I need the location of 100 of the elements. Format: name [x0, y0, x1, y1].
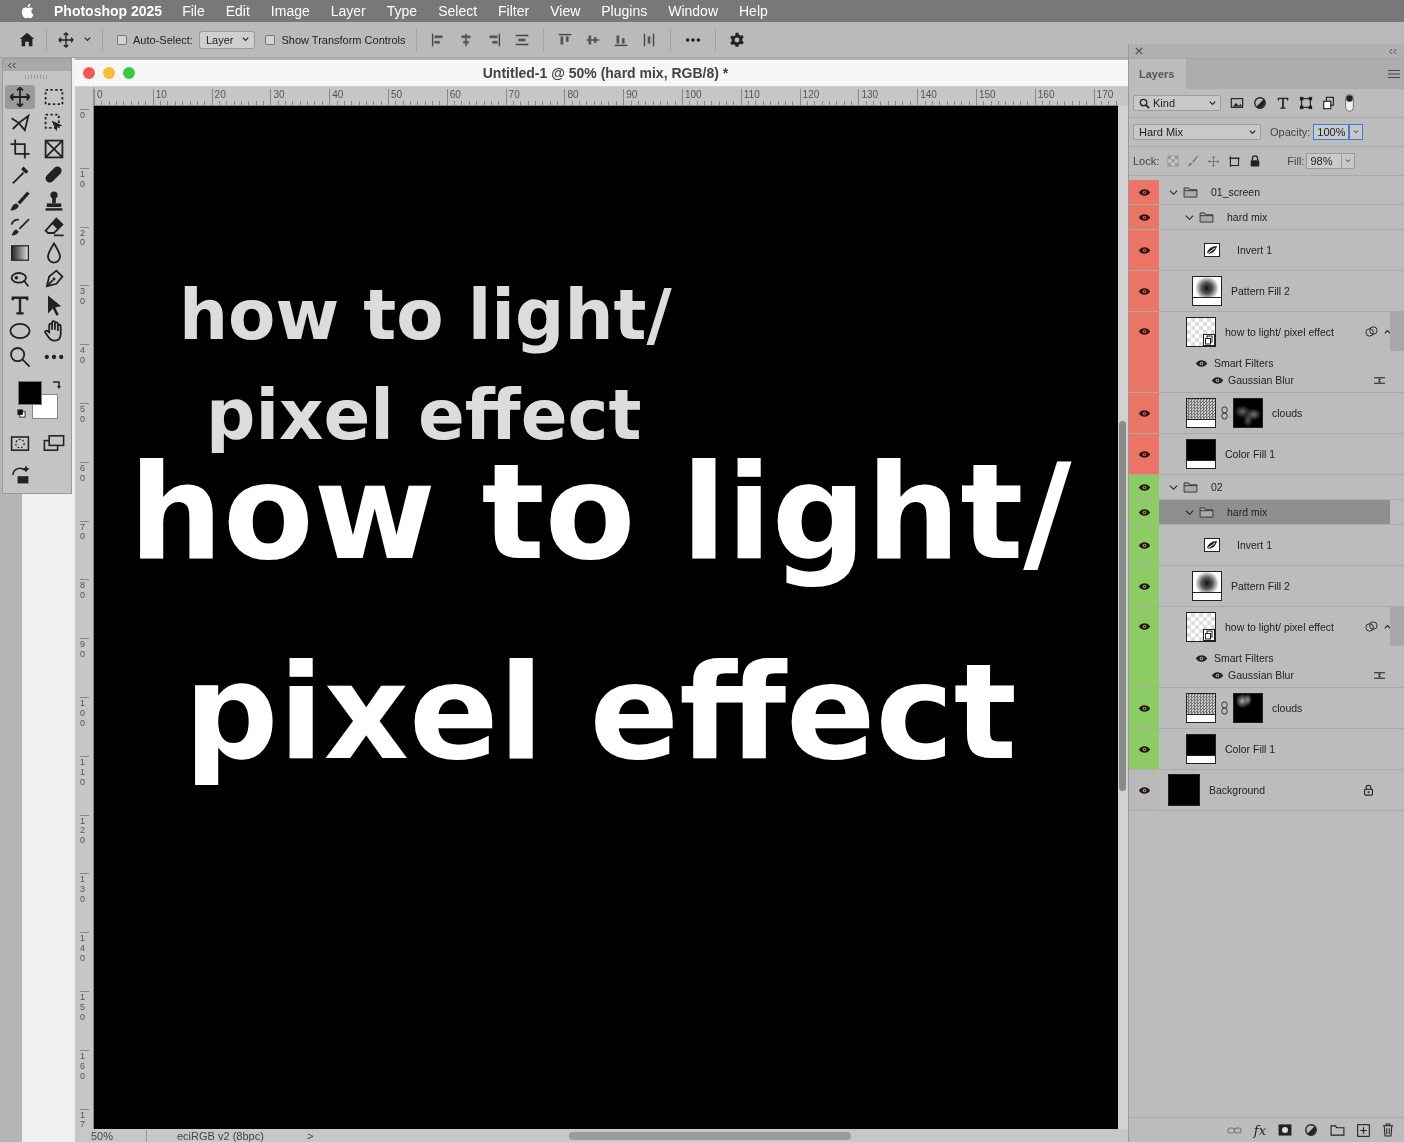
- eye-icon[interactable]: [1137, 212, 1151, 222]
- menu-item[interactable]: Layer: [330, 3, 366, 19]
- filter-effects-icon[interactable]: [1365, 620, 1378, 633]
- move-tool-icon[interactable]: [5, 85, 35, 109]
- ruler-label: 120: [80, 814, 89, 847]
- eye-icon[interactable]: [1137, 245, 1151, 255]
- eye-icon[interactable]: [1137, 408, 1151, 418]
- link-icon[interactable]: [1221, 701, 1228, 715]
- new-layer-icon[interactable]: [1357, 1123, 1370, 1137]
- checkbox[interactable]: [117, 34, 127, 45]
- eye-icon[interactable]: [1137, 581, 1151, 591]
- default-colors-icon[interactable]: [17, 409, 26, 418]
- blend-mode-dropdown[interactable]: Hard Mix: [1133, 124, 1261, 140]
- adjustment-filter-icon[interactable]: [1253, 96, 1267, 110]
- scroll-thumb[interactable]: [1390, 607, 1404, 646]
- eye-icon[interactable]: [1137, 482, 1151, 492]
- scroll-thumb[interactable]: [1390, 312, 1404, 351]
- caret-icon[interactable]: [1185, 507, 1194, 517]
- close-button[interactable]: [83, 67, 95, 79]
- status-menu-arrow[interactable]: >: [307, 1129, 327, 1142]
- layer-name: hard mix: [1227, 211, 1268, 223]
- link-icon[interactable]: [1221, 406, 1228, 420]
- menu-item[interactable]: Help: [739, 3, 768, 19]
- document-title: Untitled-1 @ 50% (hard mix, RGB/8) *: [481, 65, 730, 81]
- filter-options-icon[interactable]: [1373, 669, 1386, 681]
- color-profile: eciRGB v2 (8bpc): [177, 1129, 265, 1142]
- filter-effects-icon[interactable]: [1365, 325, 1378, 338]
- filter-name[interactable]: Gaussian Blur: [1228, 374, 1294, 386]
- menu-icon[interactable]: [1388, 69, 1400, 79]
- eye-icon[interactable]: [1137, 540, 1151, 550]
- eye-icon[interactable]: [1211, 670, 1224, 680]
- apple-logo-icon[interactable]: [20, 3, 34, 19]
- type-filter-icon[interactable]: [1276, 96, 1290, 110]
- filter-name[interactable]: Gaussian Blur: [1228, 669, 1294, 681]
- eye-icon[interactable]: [1195, 358, 1208, 368]
- eye-icon[interactable]: [1137, 327, 1151, 336]
- close-icon[interactable]: [1135, 47, 1143, 55]
- eye-icon[interactable]: [1195, 653, 1208, 663]
- adjustment-layer-icon[interactable]: [1304, 1123, 1318, 1137]
- eye-icon[interactable]: [1137, 744, 1151, 754]
- fill-field[interactable]: 98%: [1306, 153, 1343, 169]
- collapse-icon[interactable]: [1388, 47, 1398, 55]
- eye-icon[interactable]: [1137, 785, 1151, 795]
- eye-icon[interactable]: [1211, 375, 1224, 385]
- layers-tab[interactable]: Layers: [1129, 59, 1187, 89]
- filter-options-icon[interactable]: [1373, 374, 1386, 386]
- menu-item[interactable]: Image: [270, 3, 310, 19]
- layer-row[interactable]: hard mix: [1159, 500, 1390, 524]
- home-icon[interactable]: [18, 30, 36, 49]
- eye-icon[interactable]: [1137, 507, 1151, 517]
- eye-icon[interactable]: [1137, 187, 1151, 197]
- app-name[interactable]: Photoshop 2025: [54, 3, 163, 19]
- shape-filter-icon[interactable]: [1299, 96, 1313, 110]
- layer-style-button[interactable]: fx: [1253, 1122, 1266, 1138]
- menu-item[interactable]: Window: [668, 3, 718, 19]
- eye-icon[interactable]: [1137, 449, 1151, 459]
- menu-item[interactable]: Type: [386, 3, 418, 19]
- menu-item[interactable]: Plugins: [601, 3, 648, 19]
- folder-icon[interactable]: [1330, 1124, 1345, 1136]
- caret-icon: [1248, 127, 1257, 137]
- ruler-label: 70: [80, 520, 89, 543]
- swap-icon[interactable]: [51, 379, 63, 391]
- caret-icon[interactable]: [83, 35, 92, 44]
- caret-icon[interactable]: [1185, 212, 1194, 222]
- color-swatches-icon[interactable]: [18, 381, 58, 419]
- mask-icon[interactable]: [1278, 1124, 1292, 1136]
- image-filter-icon[interactable]: [1230, 96, 1244, 110]
- smart-filters-label[interactable]: Smart Filters: [1214, 652, 1274, 664]
- checkbox[interactable]: [265, 34, 276, 45]
- scroll-bar[interactable]: [1118, 106, 1128, 1129]
- layer-name: Pattern Fill 2: [1231, 580, 1290, 592]
- zoom-level[interactable]: 50%: [75, 1129, 147, 1142]
- eye-icon[interactable]: [1137, 622, 1151, 631]
- caret-icon[interactable]: [1383, 622, 1392, 631]
- opacity-field[interactable]: 100%: [1313, 124, 1350, 140]
- filter-toggle-icon[interactable]: [1345, 94, 1354, 112]
- eye-icon[interactable]: [1137, 286, 1151, 296]
- smart-filters-label[interactable]: Smart Filters: [1214, 357, 1274, 369]
- move-tool-icon[interactable]: [57, 30, 75, 49]
- lock-icon[interactable]: [1249, 155, 1262, 167]
- target-dropdown[interactable]: Layer: [198, 30, 256, 49]
- collapse-icon[interactable]: [7, 61, 17, 69]
- menu-item[interactable]: Edit: [225, 3, 250, 19]
- eye-icon[interactable]: [1137, 703, 1151, 713]
- menu-item[interactable]: File: [182, 3, 205, 19]
- caret-icon[interactable]: [1169, 482, 1178, 492]
- settings-icon[interactable]: [727, 30, 746, 49]
- search-icon: [1139, 97, 1150, 109]
- menu-item[interactable]: View: [550, 3, 581, 19]
- filter-dropdown[interactable]: Kind: [1133, 95, 1221, 111]
- trash-icon[interactable]: [1382, 1123, 1394, 1137]
- artboard-icon[interactable]: [1228, 154, 1242, 168]
- smart-object-filter-icon[interactable]: [1322, 96, 1336, 110]
- caret-icon[interactable]: [1169, 187, 1178, 197]
- ruler-label: 0: [80, 109, 89, 121]
- mask-thumbnail: [1233, 398, 1263, 428]
- caret-icon[interactable]: [1383, 327, 1392, 336]
- menu-item[interactable]: Select: [438, 3, 478, 19]
- canvas-text: how to light/: [179, 274, 672, 357]
- menu-item[interactable]: Filter: [498, 3, 530, 19]
